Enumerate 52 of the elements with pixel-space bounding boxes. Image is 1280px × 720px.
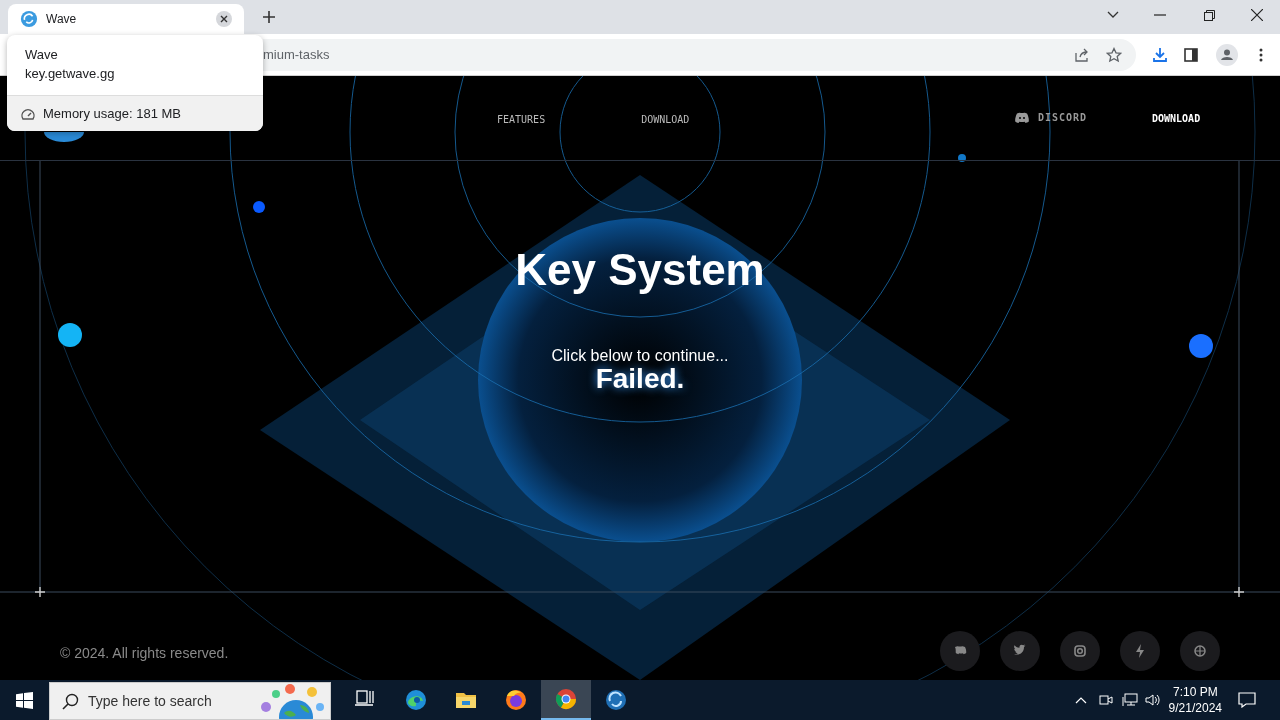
swirl-icon bbox=[604, 688, 628, 712]
nav-link[interactable]: DOWNLOAD bbox=[641, 112, 690, 127]
star-icon[interactable] bbox=[1106, 46, 1122, 63]
social-button[interactable] bbox=[1060, 631, 1100, 671]
clock-time[interactable]: 7:10 PM bbox=[1172, 684, 1218, 700]
discord-icon bbox=[1015, 112, 1029, 123]
profile-icon[interactable] bbox=[1216, 43, 1238, 66]
browser-tab[interactable]: Wave bbox=[8, 4, 244, 34]
search-field[interactable]: Type here to search bbox=[49, 682, 331, 720]
clock-date[interactable]: 9/21/2024 bbox=[1168, 700, 1222, 716]
glowing-dot bbox=[958, 154, 966, 162]
edge-icon bbox=[404, 688, 428, 712]
camera-icon[interactable] bbox=[1098, 693, 1113, 707]
close-icon[interactable] bbox=[216, 11, 232, 27]
glowing-dot bbox=[1189, 334, 1213, 358]
share-icon[interactable] bbox=[1074, 46, 1090, 63]
copyright-text: © 2024. All rights reserved. bbox=[60, 644, 229, 663]
plus-icon bbox=[35, 587, 45, 597]
social-button[interactable] bbox=[1180, 631, 1220, 671]
hover-card-domain: key.getwave.gg bbox=[25, 65, 116, 83]
address-bar[interactable]: mium-tasks bbox=[263, 38, 1136, 71]
network-icon[interactable] bbox=[1121, 693, 1138, 707]
side-panel-icon[interactable] bbox=[1184, 47, 1198, 62]
search-icon bbox=[62, 692, 79, 710]
chrome-icon bbox=[554, 687, 578, 711]
notification-icon[interactable] bbox=[1238, 692, 1256, 708]
fox-browser-icon bbox=[504, 688, 528, 712]
nav-link[interactable]: FEATURES bbox=[497, 112, 546, 127]
instruction-text: Click below to continue... bbox=[550, 347, 730, 365]
page-title: Key System bbox=[514, 244, 766, 296]
chevron-up-icon[interactable] bbox=[1074, 696, 1087, 704]
download-icon[interactable] bbox=[1152, 46, 1168, 63]
social-button[interactable] bbox=[940, 631, 980, 671]
status-text: Failed. bbox=[594, 363, 686, 395]
glowing-dot bbox=[253, 201, 265, 213]
logo-icon[interactable] bbox=[44, 132, 84, 142]
new-tab-icon[interactable] bbox=[262, 10, 276, 24]
social-button[interactable] bbox=[1000, 631, 1040, 671]
tab-search-icon[interactable] bbox=[1107, 11, 1119, 19]
gauge-icon bbox=[21, 107, 35, 120]
swirl-logo-icon bbox=[20, 10, 38, 28]
close-icon[interactable] bbox=[1251, 9, 1263, 21]
windows-start-icon[interactable] bbox=[16, 691, 33, 709]
glowing-dot bbox=[58, 323, 82, 347]
taskbar-app[interactable] bbox=[541, 680, 591, 720]
plus-icon bbox=[1234, 587, 1244, 597]
hover-card-title: Wave bbox=[25, 46, 59, 64]
volume-icon[interactable] bbox=[1144, 693, 1161, 707]
restore-icon[interactable] bbox=[1204, 9, 1215, 21]
menu-icon[interactable] bbox=[1259, 47, 1263, 62]
memory-usage-text: Memory usage: 181 MB bbox=[43, 104, 181, 123]
download-button[interactable]: DOWNLOAD bbox=[1152, 111, 1201, 126]
